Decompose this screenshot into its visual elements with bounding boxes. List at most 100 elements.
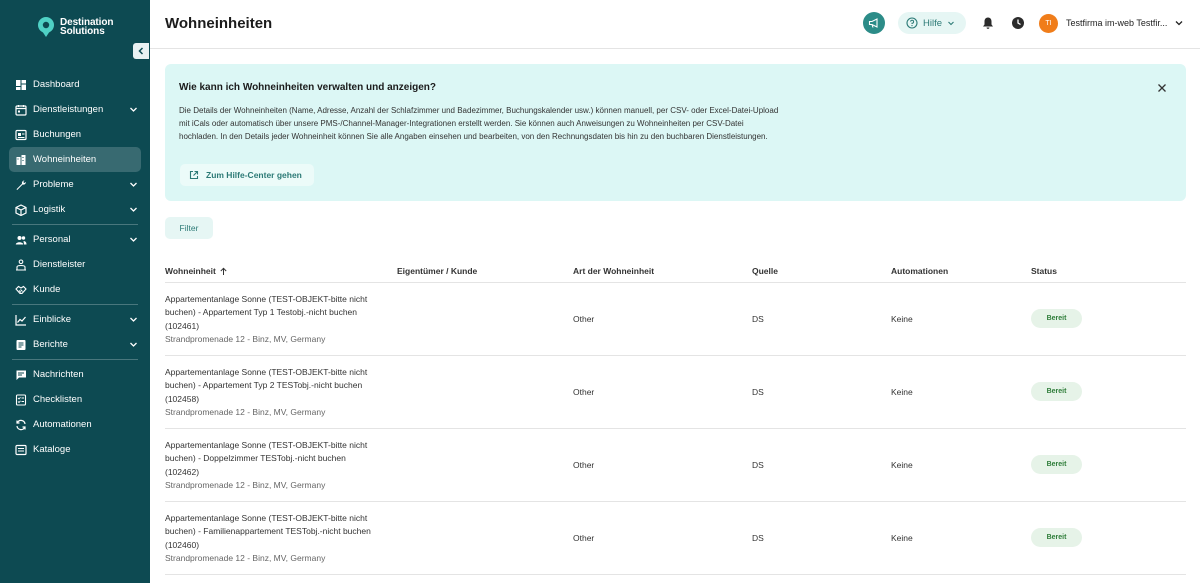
chart-icon: [15, 314, 27, 326]
sidebar-item-label: Checklisten: [33, 394, 83, 405]
sidebar-item-label: Nachrichten: [33, 369, 84, 380]
user-avatar[interactable]: TI: [1039, 14, 1058, 33]
sidebar-item-nachrichten[interactable]: Nachrichten: [9, 362, 141, 387]
sidebar-item-label: Wohneinheiten: [33, 154, 97, 165]
unit-name: Appartementanlage Sonne (TEST-OBJEKT-bit…: [165, 513, 371, 550]
units-table: Wohneinheit Eigentümer / Kunde Art der W…: [165, 259, 1186, 575]
unit-name-cell[interactable]: Appartementanlage Sonne (TEST-OBJEKT-bit…: [165, 293, 380, 346]
sidebar-item-dienstleister[interactable]: Dienstleister: [9, 252, 141, 277]
column-header-type[interactable]: Art der Wohneinheit: [573, 266, 654, 276]
unit-address: Strandpromenade 12 - Binz, MV, Germany: [165, 406, 326, 417]
close-icon[interactable]: [1157, 83, 1167, 93]
handshake-icon: [15, 284, 27, 296]
sidebar-item-label: Dienstleister: [33, 259, 86, 270]
column-header-label: Wohneinheit: [165, 266, 216, 276]
unit-type-cell: Other: [573, 460, 595, 470]
column-header-unit[interactable]: Wohneinheit: [165, 266, 228, 276]
sidebar-item-dashboard[interactable]: Dashboard: [9, 72, 141, 97]
people-icon: [15, 234, 27, 246]
sidebar-item-label: Dashboard: [33, 79, 80, 90]
top-header: Wohneinheiten Hilfe TI Testfirma im-web …: [150, 0, 1200, 49]
sidebar-item-einblicke[interactable]: Einblicke: [9, 307, 141, 332]
status-badge: Bereit: [1031, 309, 1082, 328]
sort-ascending-icon: [220, 267, 227, 275]
table-row[interactable]: Appartementanlage Sonne (TEST-OBJEKT-bit…: [165, 502, 1186, 575]
column-header-source[interactable]: Quelle: [752, 266, 778, 276]
source-cell: DS: [752, 460, 764, 470]
unit-name: Appartementanlage Sonne (TEST-OBJEKT-bit…: [165, 440, 368, 477]
unit-name-cell[interactable]: Appartementanlage Sonne (TEST-OBJEKT-bit…: [165, 439, 380, 492]
sidebar-item-label: Kunde: [33, 284, 61, 295]
wrench-icon: [15, 179, 27, 191]
building-icon: [15, 154, 27, 166]
table-body: Appartementanlage Sonne (TEST-OBJEKT-bit…: [165, 283, 1186, 575]
unit-name-cell[interactable]: Appartementanlage Sonne (TEST-OBJEKT-bit…: [165, 512, 380, 565]
info-title: Wie kann ich Wohneinheiten verwalten und…: [179, 82, 436, 93]
column-header-owner[interactable]: Eigentümer / Kunde: [397, 266, 477, 276]
unit-type-cell: Other: [573, 533, 595, 543]
provider-icon: [15, 258, 27, 271]
unit-address: Strandpromenade 12 - Binz, MV, Germany: [165, 552, 326, 563]
sidebar-item-personal[interactable]: Personal: [9, 227, 141, 252]
sidebar-item-logistik[interactable]: Logistik: [9, 197, 141, 222]
help-label: Hilfe: [923, 17, 943, 29]
sidebar-item-wohneinheiten[interactable]: Wohneinheiten: [9, 147, 141, 172]
announcements-button[interactable]: [863, 12, 885, 34]
calendar-icon: [15, 104, 27, 116]
chevron-down-icon: [130, 342, 137, 347]
chevron-down-icon: [130, 317, 137, 322]
bell-icon[interactable]: [981, 16, 995, 30]
help-center-link-label: Zum Hilfe-Center gehen: [206, 170, 302, 180]
chevron-down-icon: [130, 207, 137, 212]
chevron-down-icon: [130, 237, 137, 242]
source-cell: DS: [752, 533, 764, 543]
sidebar-item-automationen[interactable]: Automationen: [9, 412, 141, 437]
sidebar-item-buchungen[interactable]: Buchungen: [9, 122, 141, 147]
sidebar-item-dienstleistungen[interactable]: Dienstleistungen: [9, 97, 141, 122]
box-icon: [15, 203, 27, 216]
help-button[interactable]: Hilfe: [898, 12, 966, 34]
clock-icon[interactable]: [1011, 16, 1025, 30]
help-info-box: Wie kann ich Wohneinheiten verwalten und…: [165, 64, 1186, 201]
automations-cell: Keine: [891, 460, 913, 470]
message-icon: [15, 369, 27, 381]
source-cell: DS: [752, 314, 764, 324]
unit-name: Appartementanlage Sonne (TEST-OBJEKT-bit…: [165, 294, 368, 331]
sidebar-item-kunde[interactable]: Kunde: [9, 277, 141, 302]
sidebar-item-kataloge[interactable]: Kataloge: [9, 437, 141, 462]
nav-divider: [12, 304, 138, 305]
company-name[interactable]: Testfirma im-web Testfir...: [1066, 18, 1167, 28]
column-header-status[interactable]: Status: [1031, 266, 1057, 276]
brand-name: Destination Solutions: [60, 18, 113, 37]
megaphone-icon: [868, 18, 878, 28]
sidebar-item-berichte[interactable]: Berichte: [9, 332, 141, 357]
chevron-down-icon[interactable]: [1174, 18, 1184, 28]
catalog-icon: [15, 444, 27, 456]
unit-type-cell: Other: [573, 314, 595, 324]
unit-address: Strandpromenade 12 - Binz, MV, Germany: [165, 479, 326, 490]
sidebar-item-label: Probleme: [33, 179, 74, 190]
help-center-link[interactable]: Zum Hilfe-Center gehen: [180, 164, 314, 186]
sidebar-item-probleme[interactable]: Probleme: [9, 172, 141, 197]
collapse-sidebar-button[interactable]: [133, 43, 149, 59]
automations-cell: Keine: [891, 314, 913, 324]
checklist-icon: [15, 393, 27, 406]
table-row[interactable]: Appartementanlage Sonne (TEST-OBJEKT-bit…: [165, 356, 1186, 429]
sidebar-item-label: Kataloge: [33, 444, 71, 455]
column-header-automations[interactable]: Automationen: [891, 266, 948, 276]
table-row[interactable]: Appartementanlage Sonne (TEST-OBJEKT-bit…: [165, 283, 1186, 356]
sidebar-item-checklisten[interactable]: Checklisten: [9, 387, 141, 412]
report-icon: [15, 339, 27, 351]
sidebar-item-label: Logistik: [33, 204, 66, 215]
booking-icon: [15, 129, 27, 141]
logo-mark-icon: [38, 17, 54, 37]
chevron-down-icon: [948, 21, 954, 26]
unit-name-cell[interactable]: Appartementanlage Sonne (TEST-OBJEKT-bit…: [165, 366, 380, 419]
filter-button[interactable]: Filter: [165, 217, 213, 239]
status-badge: Bereit: [1031, 528, 1082, 547]
chevron-down-icon: [130, 107, 137, 112]
brand-logo[interactable]: Destination Solutions: [37, 16, 113, 38]
nav-divider: [12, 359, 138, 360]
sidebar-item-label: Automationen: [33, 419, 92, 430]
table-row[interactable]: Appartementanlage Sonne (TEST-OBJEKT-bit…: [165, 429, 1186, 502]
